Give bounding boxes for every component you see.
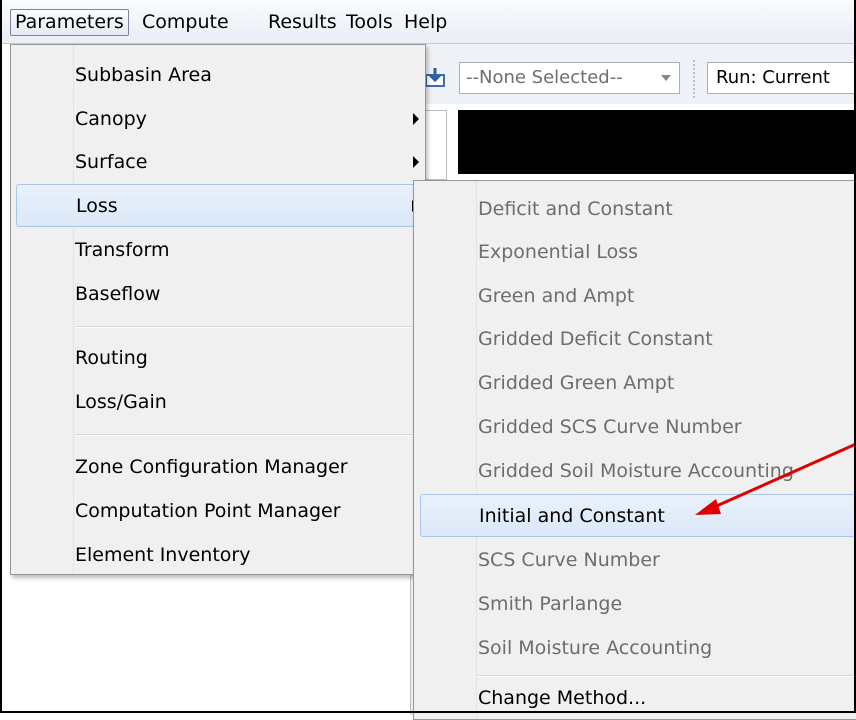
menu-item-scs-curve-number[interactable]: SCS Curve Number xyxy=(416,539,856,582)
menu-item-loss[interactable]: Loss xyxy=(16,184,423,227)
menu-item-label: Element Inventory xyxy=(75,544,251,566)
menu-item-label: Canopy xyxy=(75,108,147,130)
menu-item-label: Green and Ampt xyxy=(478,285,635,307)
menu-item-canopy[interactable]: Canopy xyxy=(13,98,423,141)
menu-item-label: SCS Curve Number xyxy=(478,549,660,571)
menu-item-initial-and-constant[interactable]: Initial and Constant xyxy=(420,494,856,537)
side-scroll-strip xyxy=(425,110,447,180)
menu-tools[interactable]: Tools xyxy=(342,9,397,36)
menu-item-label: Surface xyxy=(75,151,148,173)
menu-item-label: Deficit and Constant xyxy=(478,198,673,220)
menu-item-label: Computation Point Manager xyxy=(75,500,341,522)
menu-item-label: Smith Parlange xyxy=(478,593,623,615)
menu-item-zone-configuration-manager[interactable]: Zone Configuration Manager xyxy=(13,446,423,489)
menu-item-label: Loss xyxy=(76,195,118,217)
menu-item-element-inventory[interactable]: Element Inventory xyxy=(13,534,423,577)
map-view-panel xyxy=(458,110,856,174)
menu-item-label: Gridded Soil Moisture Accounting xyxy=(478,460,794,482)
menu-item-label: Initial and Constant xyxy=(479,505,665,527)
menu-item-computation-point-manager[interactable]: Computation Point Manager xyxy=(13,490,423,533)
menu-item-gridded-soil-moisture-accounting[interactable]: Gridded Soil Moisture Accounting xyxy=(416,450,856,493)
loss-submenu: Deficit and Constant Exponential Loss Gr… xyxy=(413,180,856,720)
menu-item-label: Gridded Deficit Constant xyxy=(478,328,713,350)
menu-item-label: Zone Configuration Manager xyxy=(75,456,348,478)
menu-item-exponential-loss[interactable]: Exponential Loss xyxy=(416,231,856,274)
menu-item-subbasin-area[interactable]: Subbasin Area xyxy=(13,54,423,97)
menu-item-change-method[interactable]: Change Method... xyxy=(416,677,856,720)
element-dropdown[interactable]: --None Selected-- xyxy=(459,62,680,94)
menu-item-label: Subbasin Area xyxy=(75,64,212,86)
menu-item-label: Baseflow xyxy=(75,283,161,305)
menu-results[interactable]: Results xyxy=(264,9,341,36)
menubar: Parameters Compute Results Tools Help xyxy=(0,0,856,44)
menu-item-deficit-and-constant[interactable]: Deficit and Constant xyxy=(416,188,856,231)
menu-item-gridded-deficit-constant[interactable]: Gridded Deficit Constant xyxy=(416,318,856,361)
run-selector[interactable]: Run: Current xyxy=(707,62,856,94)
menu-item-label: Routing xyxy=(75,347,148,369)
menu-item-transform[interactable]: Transform xyxy=(13,229,423,272)
toolbar-separator xyxy=(693,60,697,98)
menu-item-smith-parlange[interactable]: Smith Parlange xyxy=(416,583,856,626)
menu-item-label: Change Method... xyxy=(478,687,647,709)
menu-item-gridded-scs-curve-number[interactable]: Gridded SCS Curve Number xyxy=(416,406,856,449)
menu-item-surface[interactable]: Surface xyxy=(13,141,423,184)
parameters-menu: Subbasin Area Canopy Surface Loss Transf… xyxy=(10,44,426,575)
import-icon[interactable] xyxy=(423,66,447,88)
dropdown-value: --None Selected-- xyxy=(466,67,623,88)
run-label: Run: Current xyxy=(716,67,830,88)
submenu-arrow-icon xyxy=(413,113,419,125)
menu-item-label: Gridded SCS Curve Number xyxy=(478,416,742,438)
menu-item-label: Exponential Loss xyxy=(478,241,639,263)
submenu-arrow-icon xyxy=(413,156,419,168)
menu-item-label: Gridded Green Ampt xyxy=(478,372,675,394)
menu-compute[interactable]: Compute xyxy=(138,9,233,36)
menu-item-loss-gain[interactable]: Loss/Gain xyxy=(13,381,423,424)
menu-item-routing[interactable]: Routing xyxy=(13,337,423,380)
menu-help[interactable]: Help xyxy=(400,9,451,36)
menu-item-gridded-green-ampt[interactable]: Gridded Green Ampt xyxy=(416,362,856,405)
menu-separator xyxy=(75,434,421,436)
menu-parameters[interactable]: Parameters xyxy=(10,9,129,36)
menu-item-label: Loss/Gain xyxy=(75,391,167,413)
chevron-down-icon xyxy=(661,75,671,81)
menu-item-baseflow[interactable]: Baseflow xyxy=(13,273,423,316)
menu-item-green-and-ampt[interactable]: Green and Ampt xyxy=(416,275,856,318)
menu-item-label: Transform xyxy=(75,239,170,261)
menu-separator xyxy=(75,326,421,328)
menu-item-soil-moisture-accounting[interactable]: Soil Moisture Accounting xyxy=(416,627,856,670)
menu-item-label: Soil Moisture Accounting xyxy=(478,637,713,659)
